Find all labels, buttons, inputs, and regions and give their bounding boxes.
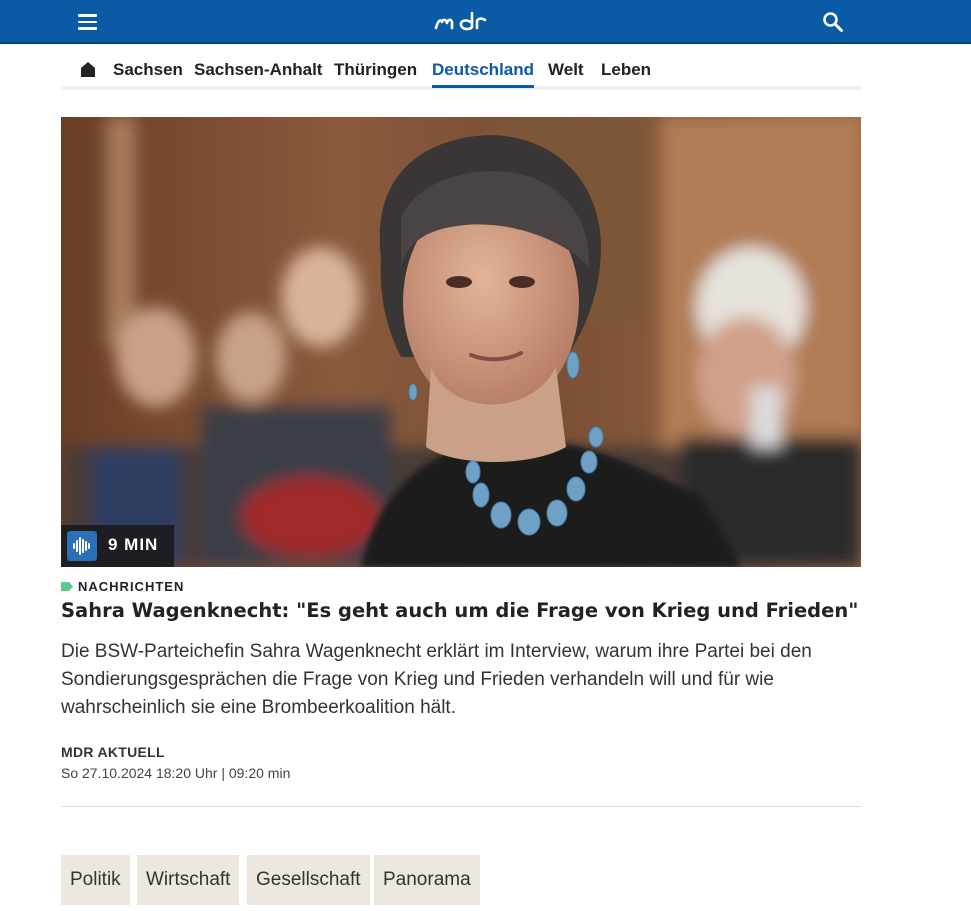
nav-item-sachsen[interactable]: Sachsen — [113, 60, 183, 88]
nav-item-sachsen-anhalt[interactable]: Sachsen-Anhalt — [194, 60, 322, 88]
category-label: NACHRICHTEN — [78, 579, 185, 594]
menu-icon[interactable] — [76, 12, 100, 32]
home-icon[interactable] — [79, 60, 97, 78]
article-teaser: Die BSW-Parteichefin Sahra Wagenknecht e… — [61, 641, 812, 718]
search-icon[interactable] — [822, 11, 844, 33]
section-nav: Sachsen Sachsen-Anhalt Thüringen Deutsch… — [61, 48, 861, 90]
nav-item-thueringen[interactable]: Thüringen — [334, 60, 417, 88]
tag-icon — [61, 582, 73, 591]
nav-item-welt[interactable]: Welt — [548, 60, 584, 88]
article-headline[interactable]: Sahra Wagenknecht: "Es geht auch um die … — [61, 599, 861, 622]
divider — [61, 806, 861, 807]
chip-politik[interactable]: Politik — [61, 855, 130, 905]
audio-duration-label: 9 MIN — [108, 535, 159, 554]
nav-item-leben[interactable]: Leben — [601, 60, 651, 88]
mdr-logo[interactable] — [432, 8, 490, 34]
article-source: MDR AKTUELL — [61, 744, 165, 760]
article-meta: So 27.10.2024 18:20 Uhr | 09:20 min — [61, 765, 291, 781]
hero-photo — [61, 117, 861, 567]
nav-item-deutschland[interactable]: Deutschland — [432, 60, 535, 88]
audio-duration-badge[interactable]: 9 MIN — [61, 525, 174, 567]
top-bar — [0, 0, 971, 44]
audio-wave-icon — [67, 531, 97, 561]
hero-image[interactable]: 9 MIN — [61, 117, 861, 567]
chip-panorama[interactable]: Panorama — [374, 855, 480, 905]
chip-gesellschaft[interactable]: Gesellschaft — [247, 855, 370, 905]
chip-wirtschaft[interactable]: Wirtschaft — [137, 855, 240, 905]
